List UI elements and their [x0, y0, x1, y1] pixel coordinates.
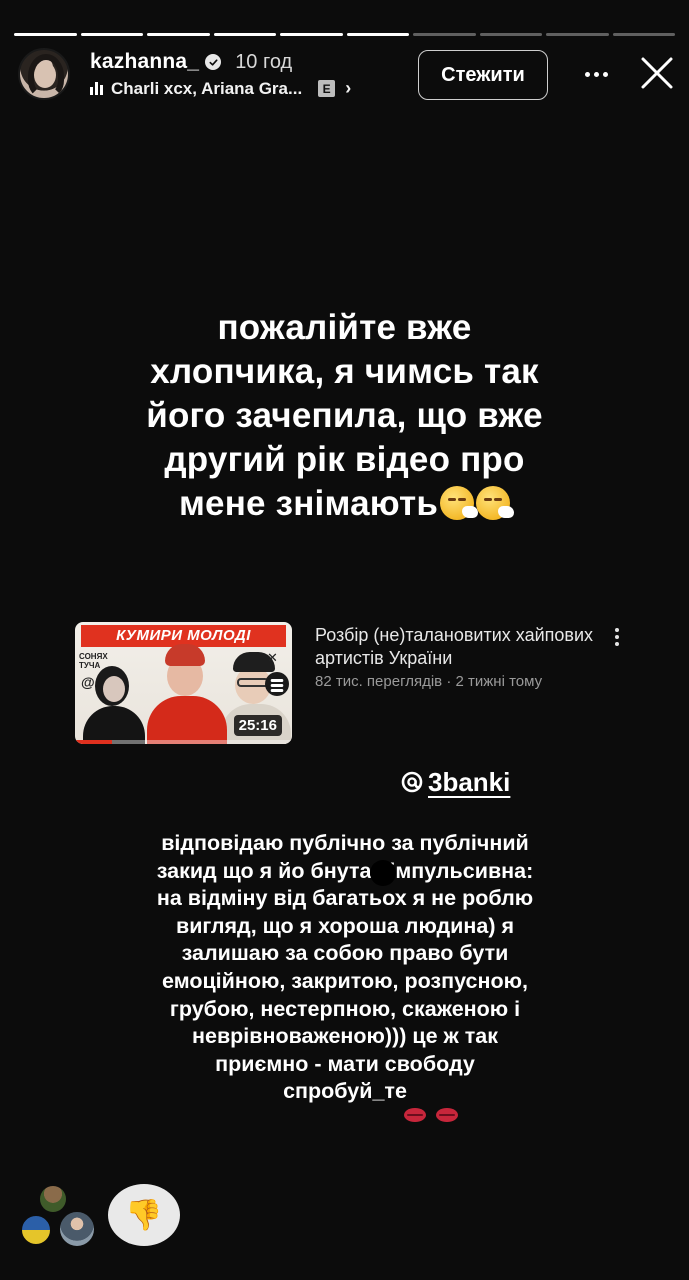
story-view: kazhanna_ 10 год Charli xcx, Ariana Gra.…	[0, 0, 689, 1280]
more-options-icon[interactable]	[578, 56, 614, 92]
progress-segment	[479, 33, 542, 36]
reply-line: емоційною, закритою, розпусною,	[162, 968, 528, 993]
reply-line: неврівноваженою))) це ж так	[192, 1024, 498, 1049]
username[interactable]: kazhanna_	[90, 50, 199, 74]
reply-line: відповідаю публічно за публічний	[161, 831, 529, 855]
thumbnail-person-left	[81, 656, 151, 744]
story-header: kazhanna_ 10 год Charli xcx, Ariana Gra.…	[18, 48, 673, 104]
progress-segment	[280, 33, 343, 36]
music-equalizer-icon	[90, 82, 103, 95]
progress-segment-fill	[80, 33, 143, 36]
close-icon[interactable]	[638, 54, 676, 92]
avatar-face	[34, 62, 56, 88]
threads-logo-icon: @	[81, 674, 95, 690]
reply-line: грубою, нестерпною, скаженою і	[169, 996, 521, 1021]
kiss-lips-icon	[404, 1108, 426, 1122]
progress-segment	[546, 33, 609, 36]
video-thumbnail[interactable]: КУМИРИ МОЛОДІ СОНЯХ ТУЧА ✕ @ 25:16	[75, 622, 292, 744]
video-meta[interactable]: Розбір (не)талановитих хайпових артистів…	[315, 624, 605, 692]
cursor-blot	[370, 860, 396, 886]
kiss-emoji-row	[402, 1108, 460, 1130]
music-title: Charli xcx, Ariana Gra...	[111, 78, 303, 98]
progress-segment	[346, 33, 409, 36]
mention-sticker[interactable]: 3banki	[400, 764, 510, 800]
video-duration: 25:16	[233, 715, 282, 736]
reply-line: приємно - мати свободу	[215, 1051, 475, 1076]
viewer-avatar	[40, 1186, 66, 1212]
story-time: 10 год	[235, 50, 293, 73]
progress-segment-fill	[147, 33, 210, 36]
kiss-lips-icon	[436, 1108, 458, 1122]
user-line: kazhanna_ 10 год	[90, 50, 292, 74]
progress-segment-fill	[346, 33, 409, 36]
story-reply-text: відповідаю публічно за публічний закид щ…	[125, 830, 565, 1106]
reply-line: закид що я йо бнута і імпульсивна:	[156, 858, 534, 883]
story-viewers[interactable]	[20, 1186, 100, 1252]
thumbs-down-icon: 👎	[125, 1198, 163, 1232]
threads-icon	[401, 771, 423, 793]
video-watch-progress-fill	[75, 740, 112, 744]
progress-segment-fill	[14, 33, 77, 36]
video-more-icon[interactable]	[610, 626, 624, 648]
x-logo-icon: ✕	[267, 650, 278, 665]
main-text-line-last: мене знімають	[60, 482, 629, 526]
progress-segment	[80, 33, 143, 36]
reply-line: спробуй_те	[283, 1079, 407, 1104]
thumbnail-person-center	[145, 644, 231, 744]
main-text-line: хлопчика, я чимсь так	[150, 352, 539, 391]
verified-badge-icon	[205, 54, 222, 70]
follow-button[interactable]: Стежити	[418, 50, 548, 100]
mention-username: 3banki	[428, 766, 511, 797]
progress-segment-fill	[213, 33, 276, 36]
reply-line: вигляд, що я хороша людина) я	[175, 913, 515, 938]
spotify-logo-icon	[265, 672, 289, 696]
progress-segment	[413, 33, 476, 36]
sneezing-face-icon	[440, 486, 479, 520]
video-subtitle: 82 тис. переглядів · 2 тижні тому	[315, 673, 543, 690]
avatar[interactable]	[18, 48, 70, 100]
main-text-line: мене знімають	[178, 484, 439, 523]
video-watch-progress	[75, 740, 292, 744]
main-text-line: пожалійте вже	[217, 308, 472, 347]
progress-segment	[213, 33, 276, 36]
reply-line: залишаю за собою право бути	[181, 941, 509, 966]
reaction-bubble[interactable]: 👎	[108, 1184, 180, 1246]
progress-segment	[147, 33, 210, 36]
main-text-line: його зачепила, що вже	[146, 396, 543, 435]
story-main-text: пожалійте вже хлопчика, я чимсь так його…	[60, 306, 629, 526]
story-progress	[14, 33, 675, 36]
music-line[interactable]: Charli xcx, Ariana Gra... E ›	[90, 78, 351, 99]
progress-segment	[14, 33, 77, 36]
viewer-avatar	[20, 1214, 52, 1246]
reply-line: на відміну від багатьох я не роблю	[156, 886, 534, 911]
viewer-avatar	[58, 1210, 96, 1248]
explicit-badge: E	[318, 80, 336, 97]
sneezing-face-icon	[476, 486, 515, 520]
progress-segment-fill	[280, 33, 343, 36]
video-title: Розбір (не)талановитих хайпових артистів…	[315, 625, 594, 668]
progress-segment	[612, 33, 675, 36]
main-text-line: другий рік відео про	[164, 440, 525, 479]
chevron-right-icon: ›	[345, 78, 352, 98]
